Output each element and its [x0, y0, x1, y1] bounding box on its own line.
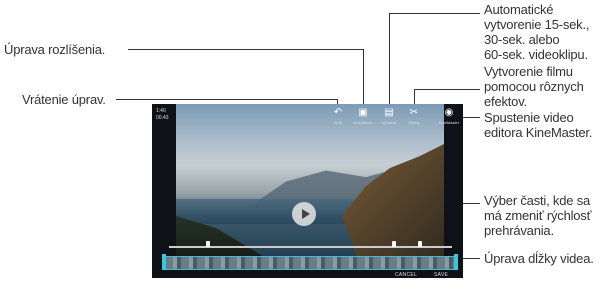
callout-kinemaster-line1: Spustenie video — [484, 110, 574, 125]
effects-icon: ✂ — [409, 107, 419, 118]
leader-auto-v — [389, 13, 390, 106]
callout-auto-line1: Automatické — [484, 2, 554, 17]
leader-resolution-v — [363, 49, 364, 106]
undo-icon: ↶ — [333, 107, 343, 118]
play-button[interactable] — [292, 202, 316, 226]
callout-effects-line2: pomocou rôznych — [484, 79, 584, 94]
kinemaster-button[interactable]: ◉ KineMaster — [438, 106, 460, 132]
scene-sea — [176, 199, 356, 224]
undo-label: Späť — [333, 120, 343, 125]
auto-clip-button[interactable]: ▤ Výťažok — [379, 106, 399, 132]
callout-auto-line3: 30-sek. alebo — [484, 32, 560, 47]
callout-speed-line2: má zmeniť rýchlosť — [484, 208, 592, 223]
callout-effects-line3: efektov. — [484, 94, 527, 109]
callout-resolution: Úprava rozlíšenia. — [4, 42, 106, 57]
callout-speed-line1: Výber časti, kde sa — [484, 193, 591, 208]
callout-auto-line2: vytvorenie 15-sek., — [484, 17, 590, 32]
leader-undo-h — [116, 99, 338, 100]
speed-marker-1[interactable] — [392, 241, 396, 247]
auto-clip-label: Výťažok — [381, 120, 397, 125]
leader-effects-h — [414, 89, 480, 90]
undo-button[interactable]: ↶ Späť — [328, 106, 348, 132]
callout-speed: Výber časti, kde sa má zmeniť rýchlosť p… — [484, 193, 591, 238]
auto-clip-icon: ▤ — [384, 107, 394, 118]
cancel-button[interactable]: CANCEL — [395, 272, 417, 278]
trim-handle-start[interactable] — [162, 254, 166, 270]
effects-button[interactable]: ✂ Efekty — [404, 106, 424, 132]
video-info-line1: 1:40 — [156, 108, 166, 114]
resolution-icon: ▣ — [358, 107, 368, 118]
speed-marker-start[interactable] — [206, 241, 210, 247]
save-button[interactable]: SAVE — [434, 272, 448, 278]
video-info: 1:40 00:43 — [156, 108, 169, 122]
speed-section-track[interactable] — [169, 246, 452, 248]
kinemaster-label: KineMaster — [438, 120, 460, 125]
leader-resolution-h — [128, 49, 364, 50]
video-editor-screen: 1:40 00:43 ↶ Späť ▣ Rozlíšenie ▤ Výťažok… — [152, 104, 463, 278]
resolution-label: Rozlíšenie — [353, 120, 373, 125]
resolution-button[interactable]: ▣ Rozlíšenie — [353, 106, 373, 132]
callout-auto-clip: Automatické vytvorenie 15-sek., 30-sek. … — [484, 2, 590, 62]
kinemaster-icon: ◉ — [444, 107, 454, 118]
callout-length: Úprava dĺžky videa. — [484, 251, 594, 266]
callout-speed-line3: prehrávania. — [484, 223, 554, 238]
callout-effects-line1: Vytvorenie filmu — [484, 64, 573, 79]
callout-kinemaster: Spustenie video editora KineMaster. — [484, 110, 592, 140]
leader-auto-h — [389, 13, 480, 14]
callout-undo: Vrátenie úprav. — [22, 92, 106, 107]
trim-handle-end[interactable] — [454, 254, 458, 270]
effects-label: Efekty — [408, 120, 420, 125]
video-timeline-strip[interactable] — [164, 256, 458, 270]
callout-effects: Vytvorenie filmu pomocou rôznych efektov… — [484, 64, 584, 109]
callout-kinemaster-line2: editora KineMaster. — [484, 125, 593, 140]
callout-auto-line4: 60-sek. videoklipu. — [484, 47, 588, 62]
video-info-line2: 00:43 — [156, 115, 169, 121]
speed-marker-2[interactable] — [418, 241, 422, 247]
